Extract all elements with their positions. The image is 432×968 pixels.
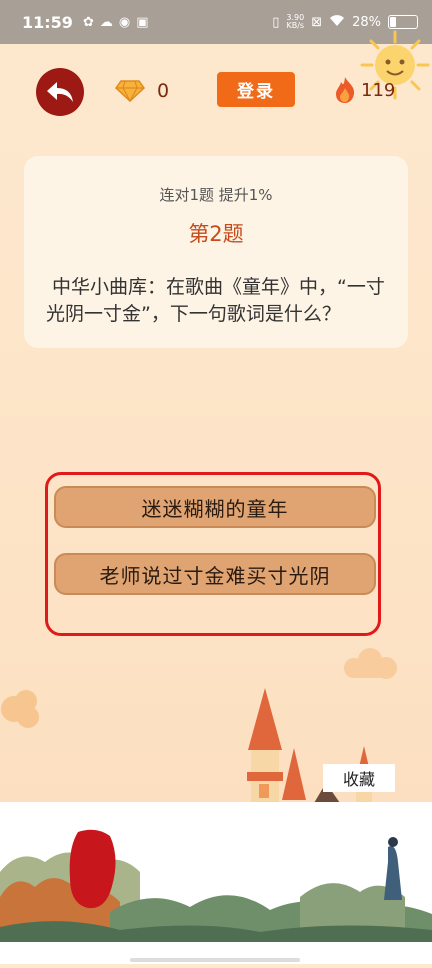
fire-count: 119 — [361, 80, 396, 101]
question-card: 连对1题 提升1% 第2题 中华小曲库：在歌曲《童年》中，“一寸光阴一寸金”，下… — [24, 156, 408, 348]
notification-icons: ✿ ☁ ◉ ▣ — [83, 15, 149, 30]
status-time: 11:59 — [22, 12, 73, 32]
app-icon: ◉ — [118, 14, 131, 30]
home-indicator — [130, 958, 300, 962]
answer-option-1[interactable]: 迷迷糊糊的童年 — [54, 486, 376, 528]
login-button[interactable]: 登录 — [217, 72, 295, 107]
battery-icon — [388, 15, 418, 29]
options-highlight-box: 迷迷糊糊的童年 老师说过寸金难买寸光阴 — [45, 472, 381, 636]
landscape-illustration — [0, 802, 432, 964]
diamond-icon — [115, 80, 145, 102]
battery-text: 28% — [352, 14, 381, 30]
question-text: 中华小曲库：在歌曲《童年》中，“一寸光阴一寸金”，下一句歌词是什么？ — [46, 276, 385, 325]
question-number: 第2题 — [188, 222, 244, 246]
fire-icon — [336, 77, 355, 103]
back-arrow-icon — [47, 82, 73, 102]
gem-count: 0 — [157, 80, 170, 102]
pinwheel-icon: ✿ — [82, 14, 94, 30]
sim-icon: ⊠ — [311, 14, 323, 30]
streak-hint: 连对1题 提升1% — [159, 186, 273, 204]
vibrate-icon: ▯ — [272, 14, 280, 30]
cloud-decoration-right — [344, 648, 397, 679]
app-icon-2: ▣ — [136, 14, 149, 30]
speed-unit: KB/s — [286, 21, 305, 30]
favorite-button[interactable]: 收藏 — [323, 764, 395, 792]
network-speed: 3.90 KB/s — [286, 14, 304, 30]
cloud-decoration-left — [1, 690, 39, 728]
red-seal-stamp — [69, 829, 116, 909]
back-button[interactable] — [36, 68, 84, 116]
answer-option-2[interactable]: 老师说过寸金难买寸光阴 — [54, 553, 376, 595]
cloud-icon: ☁ — [99, 14, 113, 30]
wifi-icon — [329, 14, 345, 31]
illustration-banner[interactable] — [0, 802, 432, 964]
